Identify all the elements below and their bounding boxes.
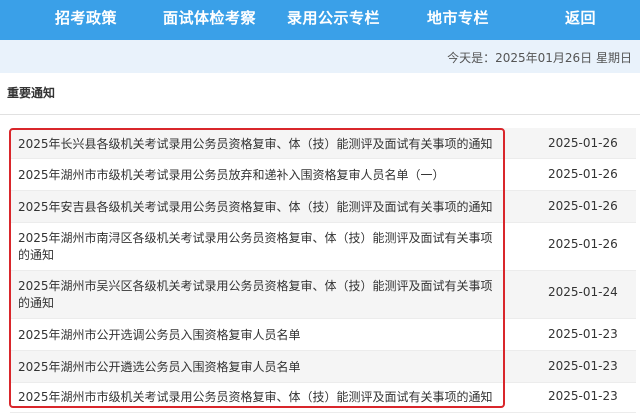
top-nav: 招考政策 面试体检考察 录用公示专栏 地市专栏 返回	[0, 0, 640, 40]
section-divider	[0, 114, 640, 115]
notice-title[interactable]: 2025年湖州市公开选调公务员入围资格复审人员名单	[18, 327, 498, 344]
notice-date: 2025-01-23	[548, 359, 618, 373]
nav-item-city-column[interactable]: 地市专栏	[427, 0, 489, 40]
notice-row[interactable]: 2025年长兴县各级机关考试录用公务员资格复审、体（技）能测评及面试有关事项的通…	[10, 128, 636, 159]
notice-row[interactable]: 2025年湖州市市级机关考试录用公务员放弃和递补入围资格复审人员名单（一） 20…	[10, 159, 636, 191]
date-bar: 今天是：2025年01月26日 星期日	[0, 40, 640, 73]
notice-title[interactable]: 2025年湖州市市级机关考试录用公务员放弃和递补入围资格复审人员名单（一）	[18, 167, 498, 184]
notice-date: 2025-01-26	[548, 167, 618, 181]
notice-date: 2025-01-26	[548, 136, 618, 150]
nav-item-hiring-notice[interactable]: 录用公示专栏	[287, 0, 380, 40]
notice-row[interactable]: 2025年湖州市公开遴选公务员入围资格复审人员名单 2025-01-23	[10, 351, 636, 383]
nav-item-policy[interactable]: 招考政策	[55, 0, 117, 40]
notice-row[interactable]: 2025年湖州市南浔区各级机关考试录用公务员资格复审、体（技）能测评及面试有关事…	[10, 223, 636, 271]
notice-row[interactable]: 2025年安吉县各级机关考试录用公务员资格复审、体（技）能测评及面试有关事项的通…	[10, 191, 636, 223]
nav-item-interview-exam[interactable]: 面试体检考察	[163, 0, 256, 40]
notice-title[interactable]: 2025年长兴县各级机关考试录用公务员资格复审、体（技）能测评及面试有关事项的通…	[18, 136, 498, 153]
notice-title[interactable]: 2025年湖州市市级机关考试录用公务员资格复审、体（技）能测评及面试有关事项的通…	[18, 389, 498, 406]
notice-date: 2025-01-26	[548, 237, 618, 251]
notice-row[interactable]: 2025年湖州市市级机关考试录用公务员资格复审、体（技）能测评及面试有关事项的通…	[10, 383, 636, 413]
nav-item-back[interactable]: 返回	[565, 0, 596, 40]
notice-row[interactable]: 2025年湖州市公开选调公务员入围资格复审人员名单 2025-01-23	[10, 319, 636, 351]
notice-row[interactable]: 2025年湖州市吴兴区各级机关考试录用公务员资格复审、体（技）能测评及面试有关事…	[10, 271, 636, 319]
notice-date: 2025-01-26	[548, 199, 618, 213]
notice-title[interactable]: 2025年安吉县各级机关考试录用公务员资格复审、体（技）能测评及面试有关事项的通…	[18, 199, 498, 216]
notice-date: 2025-01-23	[548, 389, 618, 403]
notice-title[interactable]: 2025年湖州市吴兴区各级机关考试录用公务员资格复审、体（技）能测评及面试有关事…	[18, 278, 498, 312]
notice-title[interactable]: 2025年湖州市南浔区各级机关考试录用公务员资格复审、体（技）能测评及面试有关事…	[18, 230, 498, 264]
notice-date: 2025-01-24	[548, 285, 618, 299]
section-title: 重要通知	[7, 86, 56, 100]
current-date: 今天是：2025年01月26日 星期日	[447, 51, 632, 65]
notice-date: 2025-01-23	[548, 327, 618, 341]
notice-title[interactable]: 2025年湖州市公开遴选公务员入围资格复审人员名单	[18, 359, 498, 376]
